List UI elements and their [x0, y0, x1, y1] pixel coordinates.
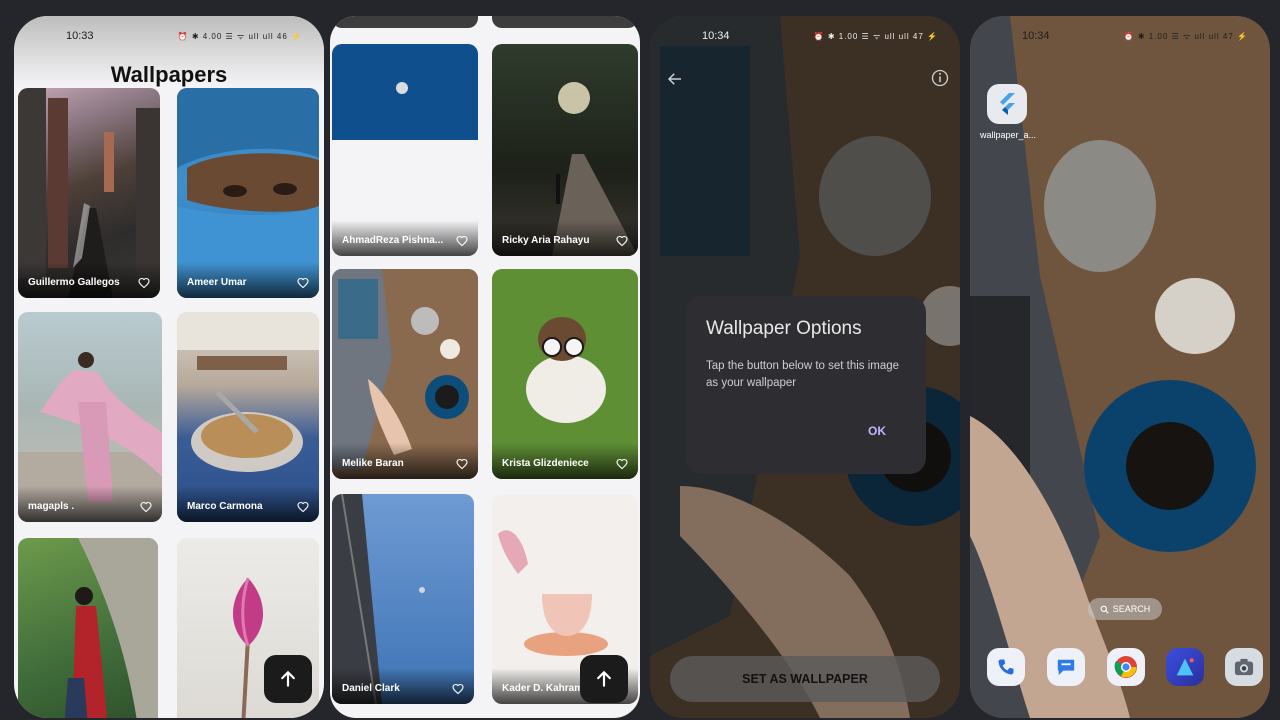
photographer-name: Krista Glizdeniece [502, 458, 589, 469]
flutter-logo-icon [1000, 93, 1015, 115]
status-time: 10:34 [1022, 30, 1050, 42]
phone-icon [998, 659, 1014, 675]
wallpaper-card[interactable]: Krista Glizdeniece [492, 269, 638, 479]
chrome-app-icon[interactable] [1107, 648, 1145, 686]
photographer-name: AhmadReza Pishna... [342, 235, 444, 246]
triangle-logo-icon [1176, 658, 1194, 676]
app-icon-flutter[interactable] [987, 84, 1027, 124]
search-icon [1100, 605, 1109, 614]
phone-screen-gallery-scrolled: AhmadReza Pishna... Ricky Aria Rahayu Me… [330, 16, 640, 718]
wallpaper-card[interactable]: Ameer Umar [177, 88, 319, 298]
heart-icon[interactable] [616, 458, 628, 470]
phone-screen-gallery: 10:33 ⏰ ✱ 4.00 ☰ ᯤ ull ull 46 ⚡ Wallpape… [14, 16, 324, 718]
wallpaper-card[interactable]: Guillermo Gallegos [18, 88, 160, 298]
wallpaper-options-dialog: Wallpaper Options Tap the button below t… [686, 296, 926, 474]
screenshot-collage: 10:33 ⏰ ✱ 4.00 ☰ ᯤ ull ull 46 ⚡ Wallpape… [0, 0, 1280, 720]
arrow-up-icon [281, 670, 295, 687]
status-icons: ⏰ ✱ 4.00 ☰ ᯤ ull ull 46 ⚡ [177, 31, 302, 41]
wallpaper-card[interactable]: Melike Baran [332, 269, 478, 479]
arrow-up-icon [597, 670, 611, 687]
wallpaper-card[interactable]: Marco Carmona [177, 312, 319, 522]
chat-bubble-icon [1057, 659, 1075, 676]
heart-icon[interactable] [616, 235, 628, 247]
photographer-name: Ricky Aria Rahayu [502, 235, 590, 246]
heart-icon[interactable] [140, 501, 152, 513]
arrow-back-icon[interactable] [666, 70, 684, 88]
wallpaper-card[interactable]: Daniel Clark [332, 494, 474, 704]
moon-sky-image [332, 44, 478, 140]
chrome-icon [1114, 656, 1137, 678]
phone-app-icon[interactable] [987, 648, 1025, 686]
scroll-to-top-button[interactable] [580, 655, 628, 703]
dialog-title: Wallpaper Options [706, 318, 862, 339]
status-bar: 10:34 ⏰ ✱ 1.00 ☰ ᯤ ull ull 47 ⚡ [970, 16, 1270, 56]
ok-button[interactable]: OK [868, 424, 886, 438]
scroll-to-top-button[interactable] [264, 655, 312, 703]
camera-icon [1234, 658, 1254, 676]
wallpaper-card[interactable]: Ricky Aria Rahayu [492, 44, 638, 256]
wallpaper-card-clipped [492, 16, 638, 28]
messages-app-icon[interactable] [1047, 648, 1085, 686]
camera-app-icon[interactable] [1225, 648, 1263, 686]
heart-icon[interactable] [456, 458, 468, 470]
status-time: 10:33 [66, 30, 94, 42]
wallpaper-card[interactable]: magapls . [18, 312, 162, 522]
garden-woman-image [64, 538, 158, 718]
set-as-wallpaper-button[interactable]: SET AS WALLPAPER [670, 656, 940, 702]
dialog-body: Tap the button below to set this image a… [706, 360, 900, 389]
info-icon[interactable] [930, 68, 950, 88]
status-time: 10:34 [702, 30, 730, 42]
wallpaper-card-clipped [332, 16, 478, 28]
search-pill[interactable]: SEARCH [1088, 598, 1162, 620]
app-label: wallpaper_a... [980, 130, 1037, 140]
launcher-app-icon[interactable] [1166, 648, 1204, 686]
phone-screen-home: 10:34 ⏰ ✱ 1.00 ☰ ᯤ ull ull 47 ⚡ wallpape… [970, 16, 1270, 718]
moon [396, 82, 408, 94]
heart-icon[interactable] [297, 501, 309, 513]
heart-icon[interactable] [138, 277, 150, 289]
photographer-name: Melike Baran [342, 458, 404, 469]
page-title: Wallpapers [110, 62, 228, 87]
status-icons: ⏰ ✱ 1.00 ☰ ᯤ ull ull 47 ⚡ [1123, 31, 1248, 41]
wallpaper-card[interactable] [18, 538, 158, 718]
phone-screen-wallpaper-detail: 10:34 ⏰ ✱ 1.00 ☰ ᯤ ull ull 47 ⚡ Wallpape… [650, 16, 960, 718]
photographer-name: magapls . [28, 501, 75, 512]
photographer-name: Ameer Umar [187, 277, 247, 288]
photographer-name: Daniel Clark [342, 683, 400, 694]
photographer-name: Marco Carmona [187, 501, 263, 512]
status-bar: 10:33 ⏰ ✱ 4.00 ☰ ᯤ ull ull 46 ⚡ [14, 16, 324, 56]
heart-icon[interactable] [456, 235, 468, 247]
status-icons: ⏰ ✱ 1.00 ☰ ᯤ ull ull 47 ⚡ [813, 31, 938, 41]
heart-icon[interactable] [297, 277, 309, 289]
heart-icon[interactable] [452, 683, 464, 695]
status-bar: 10:34 ⏰ ✱ 1.00 ☰ ᯤ ull ull 47 ⚡ [650, 16, 960, 56]
photographer-name: Guillermo Gallegos [28, 277, 120, 288]
wallpaper-card[interactable]: AhmadReza Pishna... [332, 44, 478, 256]
search-label: SEARCH [1112, 604, 1151, 614]
